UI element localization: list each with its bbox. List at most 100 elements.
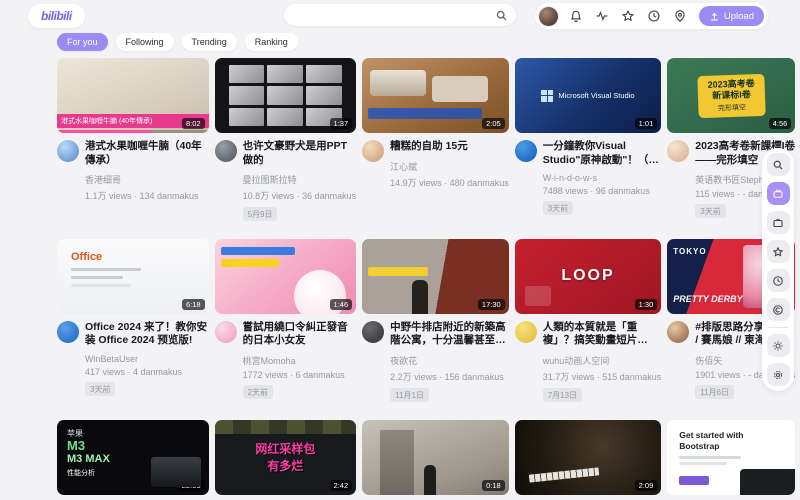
date-badge: 11月1日 <box>390 388 429 402</box>
video-title[interactable]: 一分鐘教你Visual Studio"原神啟動"！（適用於Blend） <box>543 140 662 167</box>
video-stats: 2.2万 views · 156 danmakus <box>390 370 509 383</box>
creator-button[interactable] <box>673 9 688 24</box>
date-badge: 3天前 <box>85 382 115 396</box>
video-stats: 417 views · 4 danmakus <box>85 367 209 377</box>
video-title[interactable]: 嘗試用繞口令糾正發音的日本小女友 <box>243 321 357 348</box>
tab-trending[interactable]: Trending <box>182 33 237 51</box>
video-stats: 1772 views · 6 danmakus <box>243 370 357 380</box>
location-pin-icon <box>673 9 687 23</box>
dynamics-button[interactable] <box>595 9 610 24</box>
video-thumbnail[interactable]: Office 6:18 <box>57 239 209 314</box>
tab-ranking[interactable]: Ranking <box>245 33 298 51</box>
uploader-name[interactable]: 香港细哥 <box>85 173 209 186</box>
history-button[interactable] <box>647 9 662 24</box>
uploader-avatar[interactable] <box>215 140 237 162</box>
video-stats: 31.7万 views · 515 danmakus <box>543 370 662 383</box>
video-thumbnail[interactable]: 2:05 <box>362 58 509 133</box>
uploader-avatar[interactable] <box>362 140 384 162</box>
thumb-text: 新课标I卷 <box>708 89 755 102</box>
uploader-avatar[interactable] <box>667 140 689 162</box>
video-title[interactable]: 中野牛排店附近的新築高階公寓，十分温馨甚至九分乾淨 <box>390 321 509 348</box>
thumb-text-strip <box>221 247 295 255</box>
search-icon <box>772 159 784 171</box>
video-title[interactable]: 糟糕的自助 15元 <box>390 140 509 154</box>
uploader-name[interactable]: 夜欲花 <box>390 354 509 367</box>
video-title[interactable]: 也许文豪野犬是用PPT做的 <box>243 140 357 167</box>
tab-label: Following <box>126 37 164 47</box>
duration-badge: 4:56 <box>769 118 792 129</box>
toolbar-theme-button[interactable] <box>767 334 790 357</box>
progress-bar <box>57 130 151 133</box>
uploader-avatar[interactable] <box>57 321 79 343</box>
video-thumbnail[interactable]: 2:09 <box>515 420 662 495</box>
video-thumbnail[interactable]: 网红采样包 有多烂 2:42 <box>215 420 357 495</box>
user-avatar[interactable] <box>539 7 558 26</box>
activity-pulse-icon <box>595 9 609 23</box>
toolbar-history-button[interactable] <box>767 269 790 292</box>
gear-icon <box>772 369 784 381</box>
video-thumbnail[interactable]: Microsoft Visual Studio 1:01 <box>515 58 662 133</box>
duration-badge: 1:46 <box>330 299 353 310</box>
toolbar-favorites-button[interactable] <box>767 240 790 263</box>
search-input[interactable] <box>292 4 495 26</box>
search-bar[interactable] <box>284 4 516 26</box>
video-thumbnail[interactable]: 1:46 <box>215 239 357 314</box>
thumb-text: 苹果 <box>67 428 209 439</box>
uploader-avatar[interactable] <box>215 321 237 343</box>
uploader-avatar[interactable] <box>667 321 689 343</box>
tab-following[interactable]: Following <box>116 33 174 51</box>
thumb-text: 网红采样包 <box>255 440 315 457</box>
video-thumbnail[interactable]: Get started with Bootstrap 6:14 <box>667 420 795 495</box>
toolbar-divider <box>768 327 788 328</box>
side-toolbar <box>762 148 794 391</box>
notifications-button[interactable] <box>569 9 584 24</box>
favorites-button[interactable] <box>621 9 636 24</box>
video-thumbnail[interactable]: 1:37 <box>215 58 357 133</box>
site-logo[interactable]: bilibili <box>28 4 85 28</box>
date-badge: 2天前 <box>243 385 273 399</box>
video-thumbnail[interactable]: LOOP 1:30 <box>515 239 662 314</box>
uploader-name[interactable]: 曼拉图斯拉特 <box>243 173 357 186</box>
uploader-name[interactable]: 桃宮Momoha <box>243 354 357 367</box>
duration-badge: 8:02 <box>182 118 205 129</box>
toolbar-creative-button[interactable] <box>767 298 790 321</box>
uploader-name[interactable]: wuhu动画人空间 <box>543 354 662 367</box>
video-title[interactable]: Office 2024 来了！教你安装 Office 2024 预览版! <box>85 321 209 348</box>
uploader-avatar[interactable] <box>57 140 79 162</box>
video-title[interactable]: 港式水果咖喱牛腩（40年傳承） <box>85 140 209 167</box>
date-badge: 3天前 <box>543 201 573 215</box>
video-card: 1:37 也许文豪野犬是用PPT做的 曼拉图斯拉特 10.8万 views · … <box>215 58 357 222</box>
uploader-avatar[interactable] <box>515 140 537 162</box>
video-thumbnail[interactable]: 苹果 M3 M3 MAX 性能分析 22:55 <box>57 420 209 495</box>
toolbar-settings-button[interactable] <box>767 363 790 386</box>
upload-button[interactable]: Upload <box>699 6 764 26</box>
uploader-avatar[interactable] <box>362 321 384 343</box>
star-icon <box>772 246 784 258</box>
video-thumbnail[interactable]: 17:30 <box>362 239 509 314</box>
search-icon[interactable] <box>495 9 508 22</box>
date-badge: 7月13日 <box>543 388 582 402</box>
video-stats: 7488 views · 96 danmakus <box>543 186 662 196</box>
thumb-text-line <box>679 462 727 465</box>
uploader-name[interactable]: 江心赋 <box>390 160 509 173</box>
duration-badge: 22:55 <box>178 480 205 491</box>
duration-badge: 1:37 <box>330 118 353 129</box>
video-card: 1:46 嘗試用繞口令糾正發音的日本小女友 桃宮Momoha 1772 view… <box>215 239 357 403</box>
uploader-avatar[interactable] <box>515 321 537 343</box>
video-thumbnail[interactable]: 2023高考卷 新课标I卷 完形填空 4:56 <box>667 58 795 133</box>
uploader-name[interactable]: W-i-n-d-o-w-s <box>543 173 662 183</box>
video-card: 0:18 【cos向】紀念一下在不列顛出沒的三次元 上智月姬圣遗物 8.2万 v… <box>362 420 509 500</box>
toolbar-search-button[interactable] <box>767 153 790 176</box>
thumb-caption: Office <box>71 251 102 263</box>
toolbar-channels-button[interactable] <box>767 211 790 234</box>
thumb-caption: Microsoft Visual Studio <box>558 91 634 100</box>
video-thumbnail[interactable]: 0:18 <box>362 420 509 495</box>
video-stats: 10.8万 views · 36 danmakus <box>243 189 357 202</box>
uploader-name[interactable]: WinBetaUser <box>85 354 209 364</box>
video-thumbnail[interactable]: 港式水果咖喱牛腩 (40年傳承) 8:02 <box>57 58 209 133</box>
video-card: 2:05 糟糕的自助 15元 江心赋 14.9万 views · 480 dan… <box>362 58 509 222</box>
bell-icon <box>569 9 583 23</box>
video-title[interactable]: 人類的本質就是「重複」？搞笑動畫短片《LOOP》 <box>543 321 662 348</box>
tab-for-you[interactable]: For you <box>57 33 108 51</box>
toolbar-home-button[interactable] <box>767 182 790 205</box>
